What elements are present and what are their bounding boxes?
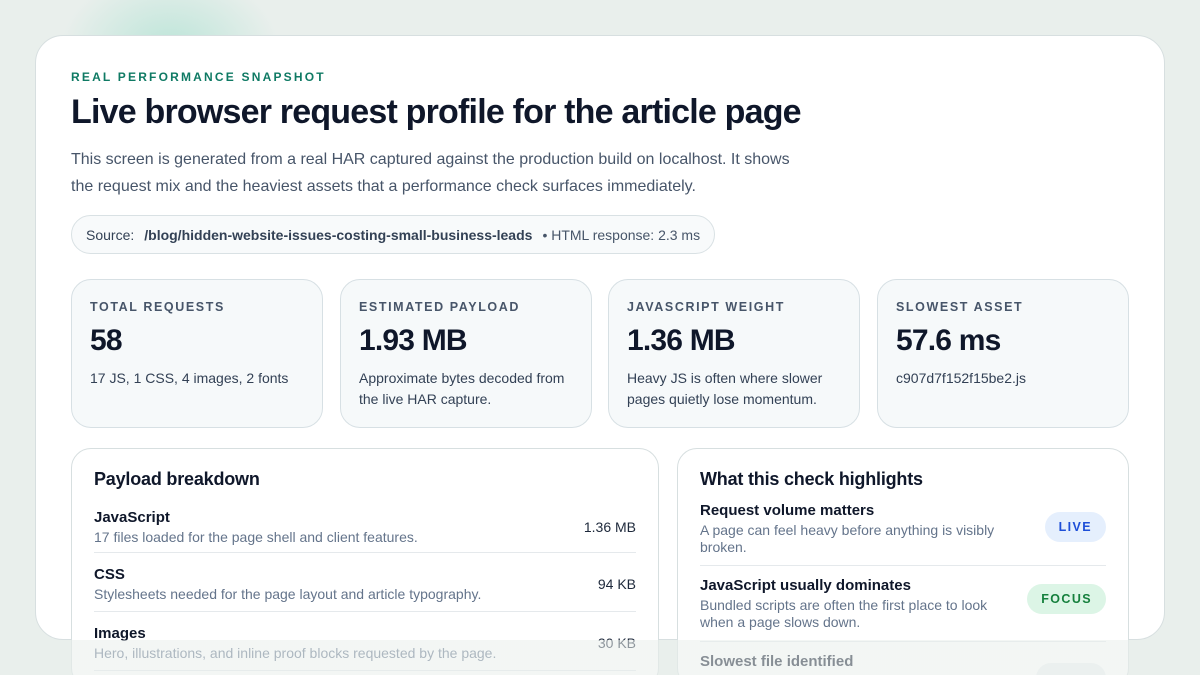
breakdown-size: 1.36 MB: [583, 519, 636, 535]
highlight-row-javascript: JavaScript usually dominates Bundled scr…: [700, 566, 1106, 642]
stat-card-slowest-asset: SLOWEST ASSET 57.6 ms c907d7f152f15be2.j…: [877, 279, 1129, 428]
status-badge-live: LIVE: [1044, 512, 1106, 542]
stat-note: Heavy JS is often where slower pages qui…: [627, 370, 823, 407]
stat-value: 57.6 ms: [896, 324, 1001, 357]
breakdown-row-images: Images Hero, illustrations, and inline p…: [94, 612, 636, 671]
breakdown-row-css: CSS Stylesheets needed for the page layo…: [94, 553, 636, 612]
stat-value: 58: [90, 324, 123, 357]
highlight-row-slowest-file: Slowest file identified: [700, 642, 1106, 675]
stat-value: 1.36 MB: [627, 324, 736, 357]
highlight-name: Request volume matters: [700, 502, 875, 519]
stat-card-estimated-payload: ESTIMATED PAYLOAD 1.93 MB Approximate by…: [340, 279, 592, 428]
page-title: Live browser request profile for the art…: [71, 93, 802, 131]
stat-label: ESTIMATED PAYLOAD: [359, 300, 521, 314]
stat-card-total-requests: TOTAL REQUESTS 58 17 JS, 1 CSS, 4 images…: [71, 279, 323, 428]
breakdown-row-javascript: JavaScript 17 files loaded for the page …: [94, 502, 636, 553]
highlight-row-request-volume: Request volume matters A page can feel h…: [700, 502, 1106, 566]
stat-label: TOTAL REQUESTS: [90, 300, 225, 314]
stat-label: SLOWEST ASSET: [896, 300, 1024, 314]
highlight-name: JavaScript usually dominates: [700, 577, 911, 594]
breakdown-name: CSS: [94, 566, 125, 583]
breakdown-desc: 17 files loaded for the page shell and c…: [94, 529, 418, 545]
breakdown-size: 94 KB: [597, 576, 636, 592]
status-badge: [1036, 663, 1106, 675]
stat-note: 17 JS, 1 CSS, 4 images, 2 fonts: [90, 370, 289, 386]
breakdown-name: JavaScript: [94, 509, 170, 526]
breakdown-name: Images: [94, 625, 146, 642]
stat-value: 1.93 MB: [359, 324, 468, 357]
source-path: /blog/hidden-website-issues-costing-smal…: [144, 226, 533, 243]
highlight-desc: Bundled scripts are often the first plac…: [700, 597, 988, 630]
breakdown-size: 30 KB: [597, 635, 636, 651]
source-pill: Source: /blog/hidden-website-issues-cost…: [71, 215, 716, 254]
payload-breakdown-panel: Payload breakdown JavaScript 17 files lo…: [71, 448, 659, 675]
stat-label: JAVASCRIPT WEIGHT: [627, 300, 785, 314]
source-meta: • HTML response: 2.3 ms: [542, 226, 701, 243]
panel-title: What this check highlights: [700, 469, 923, 489]
status-badge-focus: FOCUS: [1027, 584, 1106, 614]
stat-note: Approximate bytes decoded from the live …: [359, 370, 565, 407]
highlight-name: Slowest file identified: [700, 653, 854, 670]
stat-note: c907d7f152f15be2.js: [896, 370, 1026, 386]
breakdown-desc: Hero, illustrations, and inline proof bl…: [94, 645, 497, 661]
eyebrow-label: REAL PERFORMANCE SNAPSHOT: [71, 70, 326, 84]
page-description: This screen is generated from a real HAR…: [71, 151, 790, 195]
breakdown-desc: Stylesheets needed for the page layout a…: [94, 586, 482, 602]
highlight-desc: A page can feel heavy before anything is…: [700, 522, 995, 555]
panel-title: Payload breakdown: [94, 469, 260, 489]
stat-card-javascript-weight: JAVASCRIPT WEIGHT 1.36 MB Heavy JS is of…: [608, 279, 860, 428]
source-label: Source:: [86, 226, 135, 243]
highlights-panel: What this check highlights Request volum…: [677, 448, 1129, 675]
